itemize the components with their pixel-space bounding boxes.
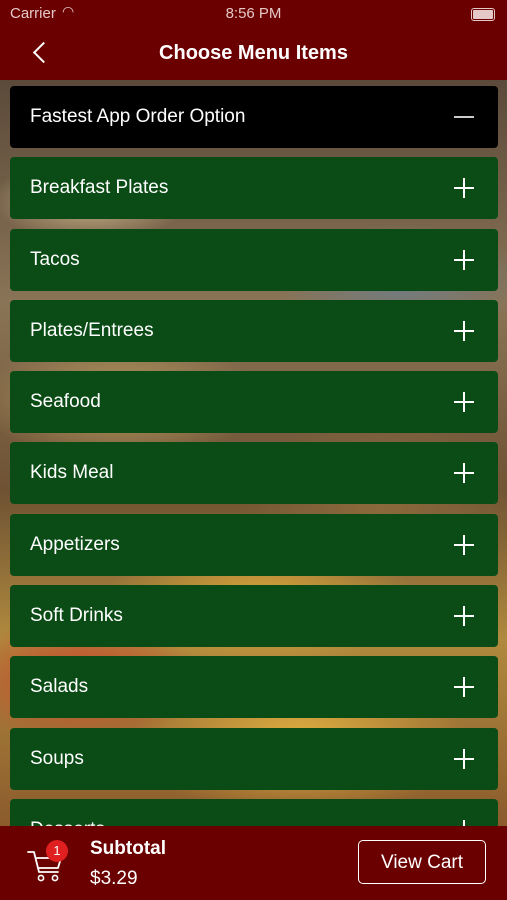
menu-category-label: Salads — [30, 676, 89, 698]
cart-count-badge: 1 — [46, 840, 68, 862]
plus-icon[interactable] — [454, 748, 474, 769]
menu-category-label: Kids Meal — [30, 462, 114, 484]
menu-category-fastest-app-order-option[interactable]: Fastest App Order Option — [10, 86, 498, 148]
battery-icon — [471, 8, 495, 21]
status-time: 8:56 PM — [225, 5, 282, 22]
menu-category-appetizers[interactable]: Appetizers — [10, 513, 498, 576]
menu-category-label: Appetizers — [30, 533, 120, 555]
menu-category-tacos[interactable]: Tacos — [10, 228, 498, 291]
menu-category-label: Plates/Entrees — [30, 319, 154, 341]
plus-icon[interactable] — [454, 534, 474, 555]
menu-category-breakfast-plates[interactable]: Breakfast Plates — [10, 157, 498, 220]
menu-category-kids-meal[interactable]: Kids Meal — [10, 442, 498, 505]
navigation-bar: Choose Menu Items — [0, 28, 507, 80]
menu-category-salads[interactable]: Salads — [10, 656, 498, 719]
plus-icon[interactable] — [454, 320, 474, 341]
subtotal-value: $3.29 — [90, 868, 138, 889]
page-title: Choose Menu Items — [159, 42, 348, 64]
menu-category-soups[interactable]: Soups — [10, 727, 498, 790]
menu-category-soft-drinks[interactable]: Soft Drinks — [10, 585, 498, 648]
menu-category-label: Breakfast Plates — [30, 177, 169, 199]
menu-category-label: Soups — [30, 747, 84, 769]
plus-icon[interactable] — [454, 606, 474, 627]
plus-icon[interactable] — [454, 677, 474, 698]
view-cart-button[interactable]: View Cart — [358, 840, 486, 884]
menu-category-label: Seafood — [30, 391, 101, 413]
plus-icon[interactable] — [454, 463, 474, 484]
menu-category-plates-entrees[interactable]: Plates/Entrees — [10, 299, 498, 362]
menu-category-label: Fastest App Order Option — [30, 106, 246, 127]
minus-icon[interactable] — [454, 107, 474, 127]
menu-category-list: Fastest App Order Option Breakfast Plate… — [10, 86, 498, 870]
plus-icon[interactable] — [454, 392, 474, 413]
menu-category-seafood[interactable]: Seafood — [10, 371, 498, 434]
cart-footer: 1 Subtotal $3.29 View Cart — [0, 826, 507, 900]
plus-icon[interactable] — [454, 249, 474, 270]
status-bar: Carrier ◠ 8:56 PM — [0, 0, 507, 28]
plus-icon[interactable] — [454, 178, 474, 199]
menu-category-label: Tacos — [30, 248, 80, 270]
subtotal-label: Subtotal — [90, 838, 166, 859]
menu-category-label: Soft Drinks — [30, 605, 123, 627]
